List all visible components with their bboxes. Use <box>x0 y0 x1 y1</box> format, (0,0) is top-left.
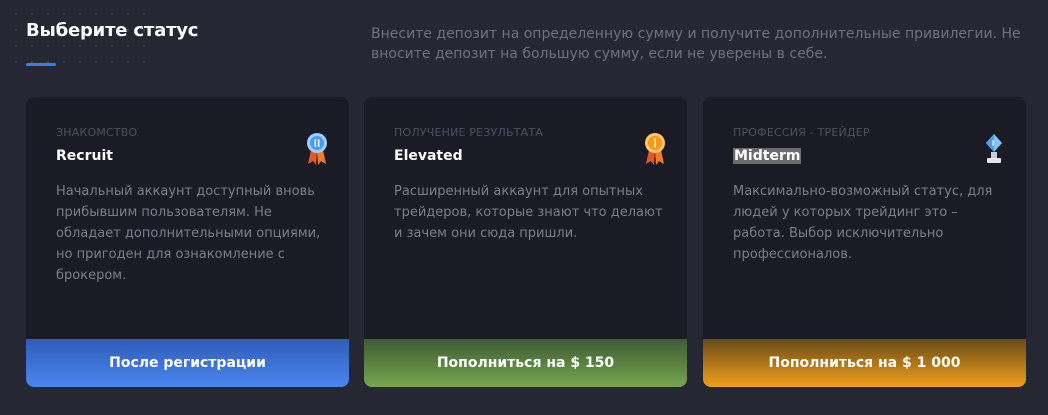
card-status-name: Midterm <box>733 148 802 164</box>
card-category: ПОЛУЧЕНИЕ РЕЗУЛЬТАТА <box>394 126 543 139</box>
card-description: Максимально-возможный статус, для людей … <box>733 184 993 262</box>
blue-medal-icon <box>307 133 327 165</box>
deposit-150-button[interactable]: Пополниться на $ 150 <box>364 339 687 387</box>
register-button[interactable]: После регистрации <box>26 339 349 387</box>
diamond-trophy-icon <box>986 134 1002 163</box>
page-description: Внесите депозит на определенную сумму и … <box>371 26 1021 62</box>
title-underline <box>26 63 56 66</box>
deposit-1000-button[interactable]: Пополниться на $ 1 000 <box>703 339 1026 387</box>
status-card-recruit: ЗНАКОМСТВО Recruit Начальный аккаунт дос… <box>26 97 349 387</box>
card-status-name: Recruit <box>56 148 113 164</box>
status-card-midterm: ПРОФЕССИЯ - ТРЕЙДЕР Midterm Максимально-… <box>703 97 1026 387</box>
card-category: ЗНАКОМСТВО <box>56 126 138 139</box>
page-title: Выберите статус <box>26 20 199 41</box>
card-status-name: Elevated <box>394 148 463 164</box>
card-description: Расширенный аккаунт для опытных трейдеро… <box>394 184 663 241</box>
card-description: Начальный аккаунт доступный вновь прибыв… <box>56 184 321 283</box>
card-category: ПРОФЕССИЯ - ТРЕЙДЕР <box>733 126 870 139</box>
orange-medal-icon <box>645 133 665 165</box>
status-card-elevated: ПОЛУЧЕНИЕ РЕЗУЛЬТАТА Elevated Расширенны… <box>364 97 687 387</box>
